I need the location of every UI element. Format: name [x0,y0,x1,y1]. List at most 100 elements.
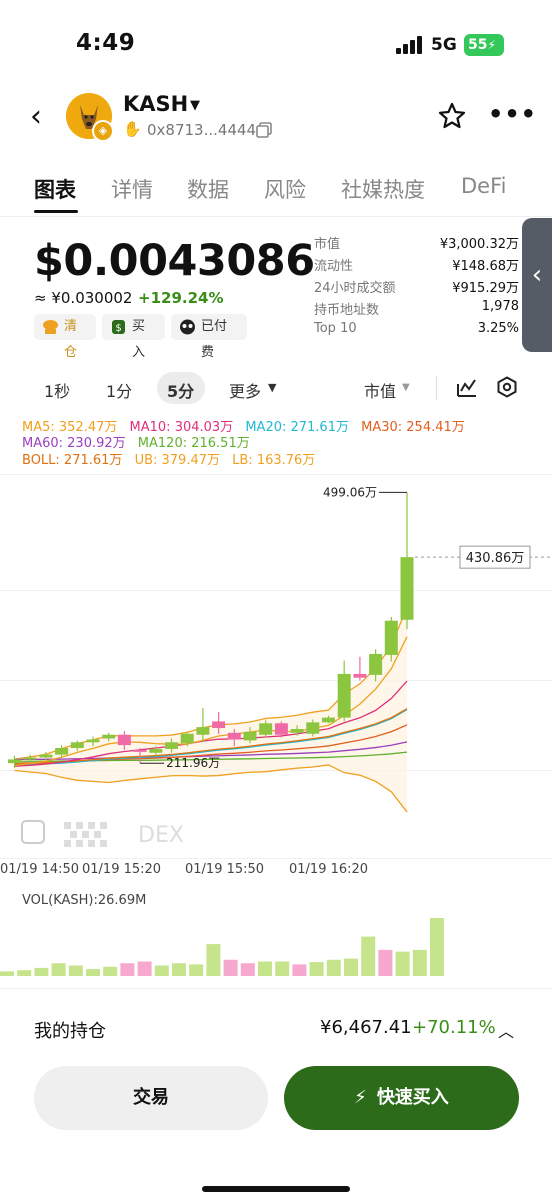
legend-row-3: BOLL: 271.61万 UB: 379.47万 LB: 163.76万 [22,449,323,468]
more-icon[interactable]: ••• [488,100,537,128]
okx-logo-square [100,822,107,829]
candle-body [384,620,398,655]
okx-logo-square [76,822,83,829]
paid-badge[interactable]: 已付费 [171,314,247,360]
volume-bar [172,963,186,976]
signal-icon [396,36,422,54]
tab-bar: 图表 详情 数据 风险 社媒热度 DeFi [0,170,552,214]
token-name[interactable]: KASH [123,92,188,116]
candle-body [353,673,367,678]
volume-chart [0,918,444,976]
caret-down-icon[interactable]: ▼ [268,381,276,394]
copy-icon[interactable] [256,122,272,138]
candle-body [117,734,131,746]
legend-boll: BOLL: 271.61万 [22,453,123,468]
low-price-label: 211.96万 [166,756,220,770]
candle-body [55,748,69,755]
back-button[interactable]: ‹ [30,102,42,132]
interval-1s[interactable]: 1秒 [44,378,70,402]
candle-body [102,734,116,739]
volume-bar [258,961,272,976]
interval-more[interactable]: 更多 [229,378,261,402]
candle-body [149,748,163,753]
expand-icon[interactable] [21,820,45,844]
volume-bar [103,966,118,976]
candlestick-chart[interactable]: 499.06万 211.96万 430.86万 DEX [0,474,552,862]
clear-position-button[interactable]: 清仓 [34,314,96,360]
stat-value: 1,978 [481,299,519,314]
volume-bar [0,971,14,976]
network-type: 5G [431,35,457,55]
trade-button[interactable]: 交易 [34,1066,268,1130]
settings-icon[interactable] [496,376,518,398]
volume-label: VOL(KASH):26.69M [22,893,147,908]
stat-label: 流动性 [314,259,354,274]
contract-address[interactable]: 0x8713...4444 [147,121,256,139]
caret-down-icon[interactable]: ▼ [190,98,200,113]
tab-risk[interactable]: 风险 [264,174,306,204]
candle-body [212,721,226,729]
tab-data[interactable]: 数据 [187,174,229,204]
quick-buy-button[interactable]: ⚡ 快速买入 [284,1066,519,1130]
buy-pill-button[interactable]: $ 买入 [102,314,165,360]
stat-value: ¥3,000.32万 [439,237,519,252]
tab-chart[interactable]: 图表 [34,174,76,204]
caret-down-icon[interactable]: ▼ [402,382,410,393]
high-price-label: 499.06万 [323,485,377,499]
holdings-value: ¥6,467.41 [320,1017,412,1038]
stat-row-top10: Top 10 3.25% [314,321,519,343]
tab-social[interactable]: 社媒热度 [341,174,425,204]
chevron-up-icon[interactable]: ︿ [498,1018,514,1042]
stat-value: ¥915.29万 [452,281,519,296]
candle-body [290,729,304,733]
candle-body [180,733,194,744]
active-tab-indicator [34,210,78,213]
star-icon[interactable] [438,102,466,130]
volume-bar [361,936,376,976]
indicator-icon[interactable] [456,376,478,398]
tab-details[interactable]: 详情 [111,174,153,204]
hand-icon: ✋ [123,120,142,138]
metric-select[interactable]: 市值 [364,378,396,402]
x-tick-label: 01/19 15:20 [82,862,162,877]
charging-icon: ⚡ [487,38,496,52]
candle-body [86,739,100,743]
divider [0,216,552,217]
stat-row-mcap: 市值 ¥3,000.32万 [314,233,519,255]
candle-body [70,742,84,748]
candle-body [8,759,21,764]
svg-text:$: $ [115,323,121,334]
chevron-left-icon[interactable]: ‹ [528,260,546,310]
candle-body [337,673,351,718]
tab-defi[interactable]: DeFi [461,174,506,198]
candle-body [23,757,37,760]
buy-pill-label: 买入 [132,319,146,360]
volume-bar [240,963,255,976]
volume-bar [378,949,393,976]
chain-badge-icon: ◈ [92,120,114,142]
volume-bar [430,918,444,976]
volume-bar [223,959,238,976]
stat-value: 3.25% [477,321,519,336]
okx-logo-square [82,831,89,838]
volume-bar [395,951,410,976]
okx-logo-square [70,831,77,838]
volume-bar [189,964,204,976]
interval-5m[interactable]: 5分 [167,378,194,402]
volume-bar [34,967,49,976]
okx-logo-square [64,840,71,847]
owl-icon [180,319,195,335]
x-tick-label: 01/19 16:20 [289,862,369,877]
holdings-label: 我的持仓 [34,1021,106,1042]
candle-body [274,723,288,735]
volume-bar [86,969,100,976]
interval-1m[interactable]: 1分 [106,378,132,402]
legend-ma30: MA30: 254.41万 [361,420,465,435]
volume-bar [17,970,32,976]
legend-ma20: MA20: 271.61万 [245,420,349,435]
stat-row-volume: 24小时成交额 ¥915.29万 [314,277,519,299]
price-change: +129.24% [138,289,224,307]
candle-body [39,754,53,758]
okx-dex-watermark: DEX [21,820,184,848]
lightning-icon: ⚡ [354,1087,367,1108]
